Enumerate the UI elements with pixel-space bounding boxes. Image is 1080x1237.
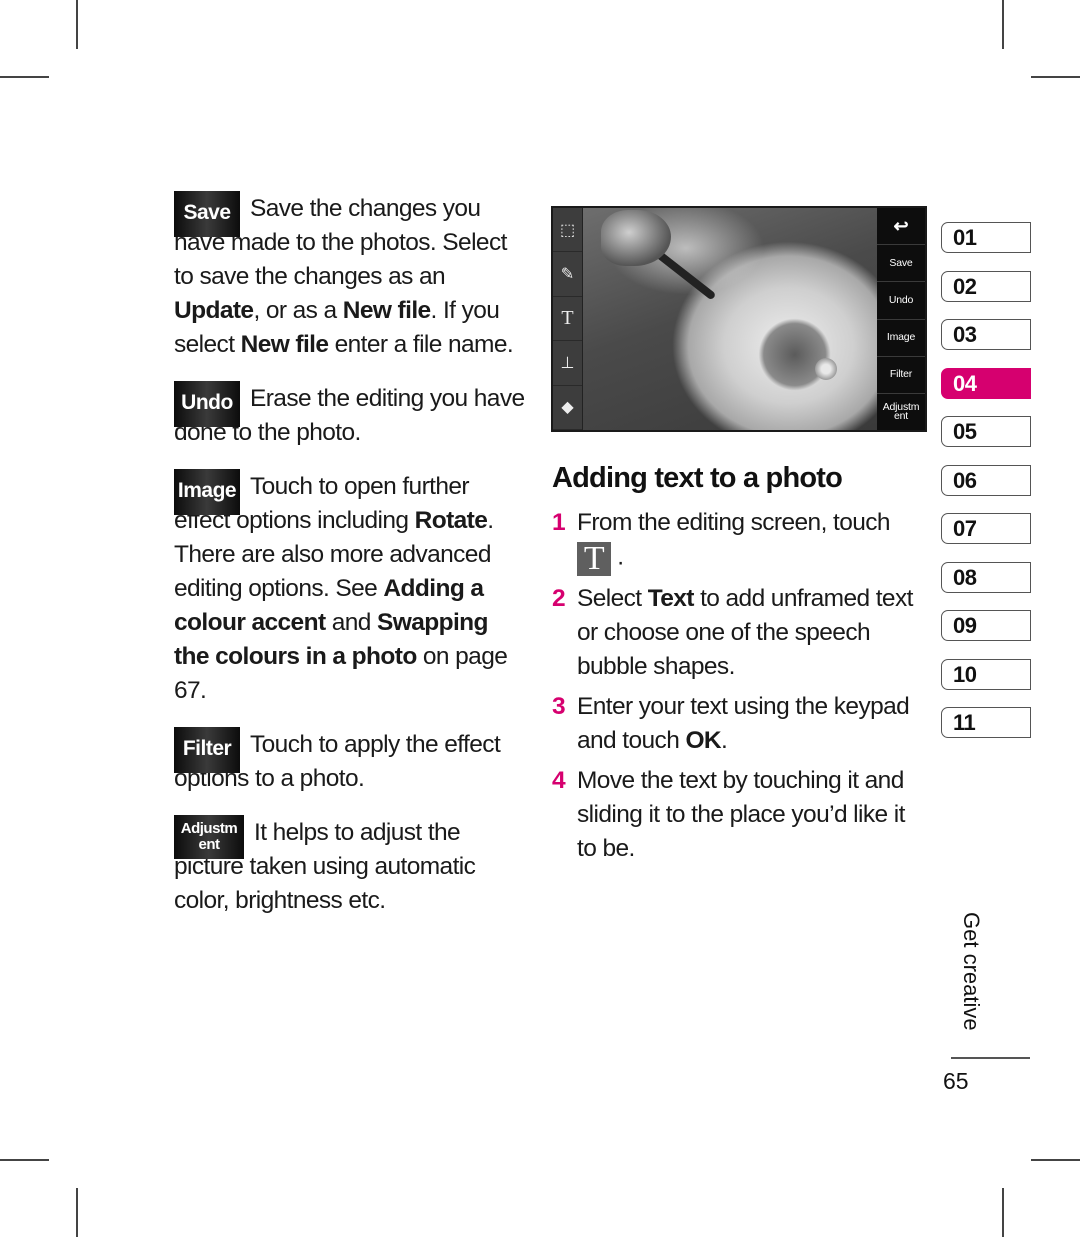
editor-undo: Undo bbox=[877, 282, 925, 320]
bold-term: Text bbox=[647, 585, 695, 612]
chapter-tab-08[interactable]: 08 bbox=[941, 561, 1031, 593]
editor-left-toolbar: ⬚ ✎ T ⊥ ◆ bbox=[553, 208, 583, 431]
filter-button-image: Filter bbox=[174, 727, 240, 773]
bold-term: New file bbox=[342, 297, 431, 324]
step-item: 4 Move the text by touching it and slidi… bbox=[552, 764, 922, 866]
body-text: Select bbox=[577, 585, 648, 612]
body-text: , or as a bbox=[253, 297, 343, 324]
chapter-tab-05[interactable]: 05 bbox=[941, 416, 1031, 447]
button-descriptions: Save Save the changes you have made to th… bbox=[174, 191, 526, 938]
chapter-tab-07[interactable]: 07 bbox=[941, 513, 1031, 544]
step-item: 3 Enter your text using the keypad and t… bbox=[552, 690, 922, 758]
chapter-tab-11[interactable]: 11 bbox=[941, 707, 1031, 738]
crop-mark bbox=[1031, 76, 1080, 78]
body-text: Enter your text using the keypad and tou… bbox=[577, 693, 910, 754]
step-item: 1 From the editing screen, touch T . bbox=[552, 506, 922, 576]
chapter-tab-03[interactable]: 03 bbox=[941, 319, 1031, 350]
body-text: Move the text by touching it and sliding… bbox=[577, 767, 905, 862]
select-area-icon: ⬚ bbox=[553, 208, 582, 253]
step-number: 4 bbox=[552, 767, 566, 794]
crop-mark bbox=[76, 0, 78, 49]
step-number: 2 bbox=[552, 585, 566, 612]
step-number: 3 bbox=[552, 693, 566, 720]
pencil-icon: ✎ bbox=[553, 252, 582, 297]
chapter-tab-09[interactable]: 09 bbox=[941, 610, 1031, 641]
adjustment-description: Adjustm ent It helps to adjust the picture… bbox=[174, 815, 526, 918]
undo-button-image: Undo bbox=[174, 381, 240, 427]
chapter-tab-02[interactable]: 02 bbox=[941, 270, 1031, 302]
crop-mark bbox=[0, 76, 49, 78]
chapter-tab-10[interactable]: 10 bbox=[941, 658, 1031, 690]
editor-filter: Filter bbox=[877, 357, 925, 394]
crop-mark bbox=[1002, 0, 1004, 49]
text-tool-icon: T bbox=[577, 542, 611, 576]
save-button-image: Save bbox=[174, 191, 240, 237]
adjustment-button-image: Adjustm ent bbox=[174, 815, 244, 859]
step-item: 2 Select Text to add unframed text or ch… bbox=[552, 582, 922, 684]
chapter-tab-01[interactable]: 01 bbox=[941, 222, 1031, 253]
image-button-image: Image bbox=[174, 469, 240, 515]
body-text: . bbox=[721, 727, 728, 754]
bold-term: OK bbox=[685, 727, 721, 754]
crop-mark bbox=[1002, 1188, 1004, 1237]
chapter-tab-06[interactable]: 06 bbox=[941, 464, 1031, 496]
filter-description: Filter Touch to apply the effect options … bbox=[174, 727, 526, 796]
editor-image: Image bbox=[877, 320, 925, 357]
stamp-icon: ⊥ bbox=[553, 341, 582, 386]
image-description: Image Touch to open further effect option… bbox=[174, 469, 526, 708]
save-description: Save Save the changes you have made to th… bbox=[174, 191, 526, 362]
undo-description: Undo Erase the editing you have done to t… bbox=[174, 381, 526, 450]
editor-right-toolbar: ↩ Save Undo Image Filter Adjustm ent bbox=[877, 208, 925, 430]
crop-mark bbox=[1031, 1159, 1080, 1161]
eraser-icon: ◆ bbox=[553, 386, 582, 431]
body-text: enter a file name. bbox=[328, 331, 514, 358]
text-icon: T bbox=[553, 297, 582, 342]
body-text: From the editing screen, touch bbox=[577, 509, 891, 536]
back-icon: ↩ bbox=[877, 208, 925, 246]
steps-list: 1 From the editing screen, touch T . 2 Se… bbox=[552, 506, 922, 872]
body-text: and bbox=[325, 609, 377, 636]
flower-center bbox=[815, 358, 837, 380]
editor-adjustment: Adjustm ent bbox=[882, 400, 920, 422]
page-number: 65 bbox=[943, 1068, 969, 1094]
crop-mark bbox=[76, 1188, 78, 1237]
section-label: Get creative bbox=[959, 912, 984, 1031]
bold-term: Rotate bbox=[414, 507, 488, 534]
chapter-tab-04[interactable]: 04 bbox=[941, 367, 1031, 399]
step-number: 1 bbox=[552, 509, 566, 536]
bold-term: Update bbox=[174, 297, 254, 324]
flower-photo bbox=[583, 208, 877, 430]
section-title: Adding text to a photo bbox=[552, 462, 843, 494]
editor-save: Save bbox=[877, 245, 925, 283]
chapter-tabs: 01 02 03 04 05 06 07 08 09 10 11 bbox=[941, 222, 1031, 756]
bold-term: New file bbox=[240, 331, 329, 358]
crop-mark bbox=[0, 1159, 49, 1161]
photo-editor-screenshot: ⬚ ✎ T ⊥ ◆ ↩ Save Undo Image Filter Adjus… bbox=[551, 206, 927, 432]
divider bbox=[951, 1057, 1030, 1059]
